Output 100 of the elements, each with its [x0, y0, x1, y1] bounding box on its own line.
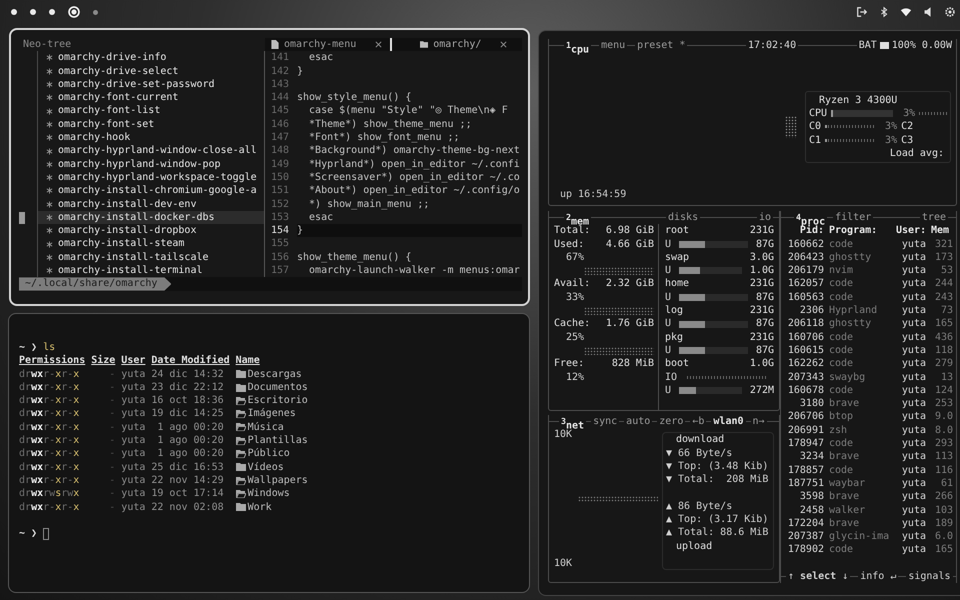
table-cell-text: yuta: [900, 290, 926, 304]
wifi-icon[interactable]: [900, 6, 912, 18]
tree-item[interactable]: omarchy-drive-select: [37, 64, 264, 78]
tree-item[interactable]: omarchy-drive-info: [37, 51, 264, 65]
battery-icon: [880, 42, 889, 50]
table-cell: 19 oct 17:14: [151, 487, 224, 501]
tree-item[interactable]: omarchy-install-dropbox: [37, 224, 264, 238]
asterisk-icon: [46, 120, 53, 128]
workspace-indicator[interactable]: [49, 9, 55, 15]
bluetooth-icon[interactable]: [878, 6, 890, 18]
close-icon[interactable]: [375, 41, 382, 48]
usage-label: U: [665, 264, 672, 278]
table-cell-text: 178857: [786, 464, 824, 477]
permissions-cell-text: drwxr-xr-x: [19, 434, 80, 448]
memory-graph: [584, 306, 654, 315]
permissions-cell-text: drwxr-xr-x: [19, 394, 80, 408]
asterisk-icon: [46, 267, 53, 274]
usage-value: 87G: [756, 317, 774, 331]
tree-item[interactable]: omarchy-install-tailscale: [37, 250, 264, 264]
open-folder-icon: [236, 450, 246, 458]
tree-item[interactable]: omarchy-hyprland-workspace-toggle: [37, 170, 264, 184]
preset-tab[interactable]: preset *: [635, 39, 688, 52]
table-cell-text: 165: [934, 543, 953, 557]
memory-graph: [584, 346, 654, 355]
table-cell-text: 187751: [786, 476, 824, 490]
table-cell-text: 207387: [786, 530, 824, 544]
tree-item[interactable]: omarchy-font-current: [37, 91, 264, 104]
table-cell-text: code: [829, 464, 854, 477]
table-cell-text: 321: [934, 238, 953, 251]
table-cell: yuta: [121, 420, 146, 434]
net-option[interactable]: sync: [591, 415, 620, 428]
table-cell-text: 243: [934, 290, 953, 304]
table-cell-text: yuta: [900, 543, 926, 557]
table-cell-text: yuta: [900, 410, 926, 424]
table-cell-text: 1 ago 00:20: [156, 434, 224, 448]
line-number: 146: [270, 118, 289, 132]
disk-info: boot 1.0G: [665, 357, 774, 371]
table-cell: yuta: [121, 434, 146, 448]
tree-item[interactable]: omarchy-hook: [37, 131, 264, 144]
scale-label: 10K: [554, 556, 572, 570]
asterisk-icon: [46, 68, 53, 75]
tree-item[interactable]: omarchy-drive-set-password: [37, 78, 264, 92]
usage-label: U: [665, 238, 672, 251]
tree-item[interactable]: omarchy-font-list: [37, 104, 264, 118]
close-icon[interactable]: [500, 41, 508, 48]
table-cell-text: yuta: [900, 384, 926, 398]
table-cell-text: yuta: [900, 490, 926, 504]
line-number: 142: [270, 64, 289, 78]
editor-tab[interactable]: omarchy/: [414, 38, 516, 52]
core-label: C2: [901, 120, 914, 134]
column-header: Permissions: [19, 354, 86, 368]
table-cell-text: 118: [934, 344, 953, 358]
table-cell-text: waybar: [829, 476, 866, 490]
file-name: Plantillas: [248, 434, 308, 448]
file-name: Imágenes: [248, 407, 296, 421]
tree-item[interactable]: omarchy-install-steam: [37, 237, 264, 251]
workspace-indicator[interactable]: [30, 9, 36, 15]
code-line: *Background*) omarchy-theme-bg-next: [308, 144, 521, 158]
workspace-indicator[interactable]: [68, 6, 80, 18]
table-cell-text: swaybg: [829, 370, 866, 384]
table-cell-text: 3598: [798, 490, 824, 504]
table-cell-text: 160615: [786, 344, 824, 358]
prompt-symbol: ~ ❯: [19, 527, 38, 540]
tree-item[interactable]: omarchy-install-chromium-google-a: [37, 184, 264, 198]
table-cell: 22 nov 02:08: [151, 500, 224, 514]
logout-icon[interactable]: [856, 6, 868, 18]
code-line: *Hyprland*) open_in_editor ~/.confi: [308, 158, 521, 171]
table-cell: 16 oct 18:36: [151, 394, 224, 408]
usage-value: 87G: [756, 290, 774, 304]
file-name: Escritorio: [248, 394, 308, 408]
usage-label: U: [665, 384, 672, 398]
line-number: 151: [270, 184, 289, 198]
table-cell-text: 113: [934, 450, 953, 464]
io-label: IO: [665, 370, 678, 384]
table-cell-text: yuta: [900, 264, 926, 278]
workspace-indicator[interactable]: [11, 9, 17, 15]
tree-item[interactable]: omarchy-hyprland-window-close-all: [37, 144, 264, 158]
tree-item[interactable]: omarchy-hyprland-window-pop: [37, 158, 264, 171]
text-cursor[interactable]: [43, 528, 50, 540]
net-stat: ▲ Top: (3.17 Kib): [666, 513, 770, 526]
line-number: 152: [270, 198, 289, 211]
tree-item[interactable]: omarchy-font-set: [37, 118, 264, 132]
disk-info: home 231G: [665, 277, 774, 291]
editor-tab[interactable]: omarchy-menu: [265, 38, 392, 52]
panel-title: $^{4}$proc: [794, 211, 828, 224]
tree-item[interactable]: omarchy-install-docker-dbs: [37, 210, 264, 224]
table-cell: yuta: [121, 368, 146, 381]
settings-icon[interactable]: [944, 6, 956, 18]
table-cell-text: ghostty: [829, 317, 872, 331]
open-folder-icon: [236, 396, 246, 405]
asterisk-icon: [46, 200, 53, 208]
table-cell-text: yuta: [900, 504, 926, 517]
footer-action[interactable]: signals: [906, 570, 952, 583]
table-cell-text: 253: [934, 397, 953, 410]
permissions-cell-text: drwxr-xr-x: [19, 420, 80, 434]
usage-value: 272M: [750, 384, 774, 398]
path-segment: ~/.local/share/omarchy: [19, 277, 172, 291]
table-cell-text: -: [108, 368, 116, 381]
core-label: C3: [901, 134, 914, 147]
table-cell-text: yuta: [900, 450, 926, 464]
